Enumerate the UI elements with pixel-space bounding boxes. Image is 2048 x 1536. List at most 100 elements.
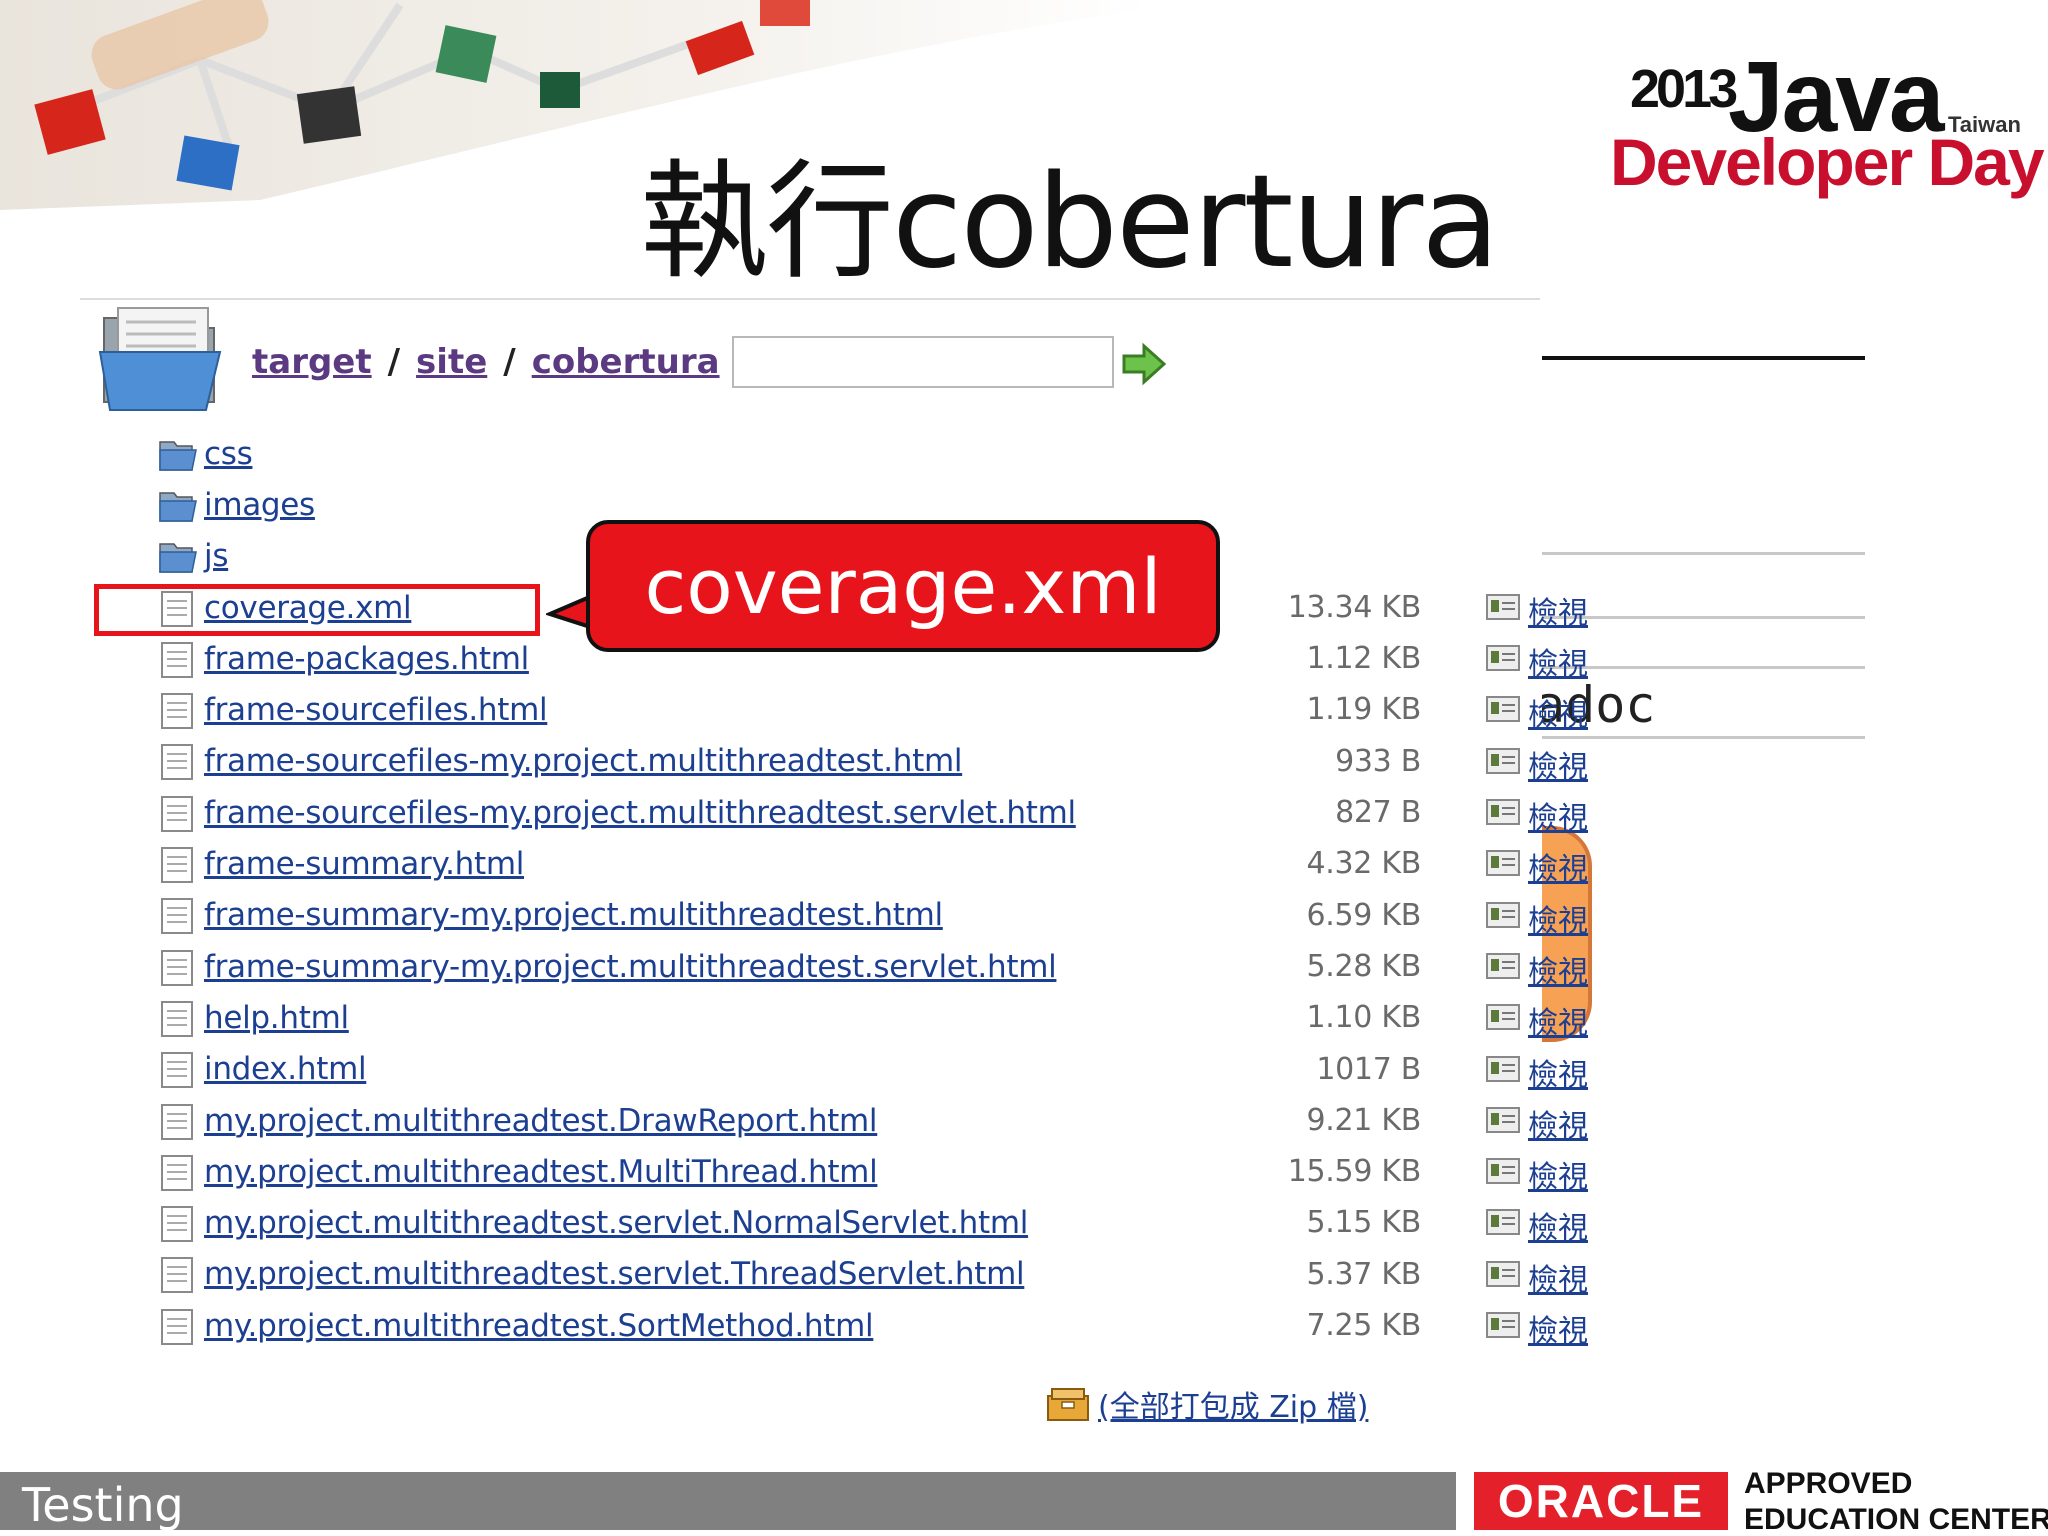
file-size: 9.21 KB (1306, 1102, 1422, 1138)
view-link[interactable]: 檢視 (1528, 896, 1588, 940)
view-link[interactable]: 檢視 (1528, 742, 1588, 786)
view-link[interactable]: 檢視 (1528, 1101, 1588, 1145)
view-link[interactable]: 檢視 (1528, 1152, 1588, 1196)
table-row: frame-sourcefiles-my.project.multithread… (158, 787, 1588, 838)
path-input[interactable] (732, 336, 1114, 388)
footer-bar (0, 1472, 1456, 1530)
file-link[interactable]: my.project.multithreadtest.servlet.Norma… (204, 1205, 1028, 1241)
oracle-logo: ORACLE (1474, 1472, 1728, 1530)
preview-icon[interactable] (1486, 799, 1520, 826)
file-link[interactable]: frame-sourcefiles-my.project.multithread… (204, 795, 1076, 831)
file-size: 5.37 KB (1306, 1256, 1422, 1292)
download-zip[interactable]: (全部打包成 Zip 檔) (1046, 1382, 1368, 1426)
preview-icon[interactable] (1486, 1004, 1520, 1031)
preview-icon[interactable] (1486, 952, 1520, 979)
file-link[interactable]: frame-summary-my.project.multithreadtest… (204, 897, 943, 933)
title-divider (80, 298, 1540, 300)
file-link[interactable]: my.project.multithreadtest.SortMethod.ht… (204, 1308, 874, 1344)
file-size: 933 B (1335, 743, 1421, 779)
preview-icon[interactable] (1486, 901, 1520, 928)
file-size: 1.10 KB (1306, 1000, 1422, 1036)
document-icon (161, 1257, 193, 1294)
breadcrumb-site[interactable]: site (416, 342, 487, 382)
logo-event: Developer Day (1610, 125, 2045, 199)
file-link[interactable]: help.html (204, 1000, 349, 1036)
green-arrow-icon[interactable] (1120, 342, 1168, 386)
table-row: frame-summary-my.project.multithreadtest… (158, 941, 1588, 992)
folder-icon (159, 440, 197, 471)
file-size: 5.28 KB (1306, 948, 1422, 984)
footer-label: Testing (22, 1478, 184, 1532)
file-link[interactable]: frame-summary.html (204, 846, 524, 882)
table-row: help.html 1.10 KB 檢視 (158, 992, 1588, 1043)
file-link[interactable]: my.project.multithreadtest.servlet.Threa… (204, 1256, 1025, 1292)
table-row: my.project.multithreadtest.SortMethod.ht… (158, 1300, 1588, 1351)
java-developer-day-logo: 2013 Java Taiwan Developer Day (1600, 41, 2045, 199)
table-row: frame-sourcefiles.html 1.19 KB 檢視 (158, 684, 1588, 735)
approved-education-center-label: APPROVED EDUCATION CENTER (1744, 1466, 2048, 1536)
document-icon (161, 641, 193, 678)
breadcrumb-target[interactable]: target (252, 342, 372, 382)
view-link[interactable]: 檢視 (1528, 1050, 1588, 1094)
view-link[interactable]: 檢視 (1528, 1203, 1588, 1247)
file-link[interactable]: my.project.multithreadtest.MultiThread.h… (204, 1154, 878, 1190)
file-size: 1.12 KB (1306, 641, 1422, 677)
file-size: 4.32 KB (1306, 846, 1422, 882)
folder-link[interactable]: images (204, 487, 315, 523)
document-icon (161, 898, 193, 935)
document-icon (161, 1103, 193, 1140)
preview-icon[interactable] (1486, 850, 1520, 877)
breadcrumb: target / site / cobertura / (252, 342, 764, 382)
highlight-box (94, 584, 540, 636)
background-rule (1540, 616, 1865, 619)
file-link[interactable]: my.project.multithreadtest.DrawReport.ht… (204, 1103, 878, 1139)
view-link[interactable]: 檢視 (1528, 1255, 1588, 1299)
background-rule (1540, 356, 1865, 360)
file-size: 1.19 KB (1306, 692, 1422, 728)
file-size: 7.25 KB (1306, 1308, 1422, 1344)
preview-icon[interactable] (1486, 1260, 1520, 1287)
file-link[interactable]: frame-packages.html (204, 641, 529, 677)
document-icon (161, 1052, 193, 1089)
preview-icon[interactable] (1486, 593, 1520, 620)
table-row: my.project.multithreadtest.servlet.Norma… (158, 1197, 1588, 1248)
file-link[interactable]: frame-sourcefiles.html (204, 692, 548, 728)
preview-icon[interactable] (1486, 645, 1520, 672)
view-link[interactable]: 檢視 (1528, 998, 1588, 1042)
callout-text: coverage.xml (644, 541, 1162, 631)
preview-icon[interactable] (1486, 696, 1520, 723)
download-zip-link[interactable]: (全部打包成 Zip 檔) (1098, 1382, 1368, 1426)
document-icon (161, 795, 193, 832)
background-rule (1540, 666, 1865, 669)
file-link[interactable]: frame-sourcefiles-my.project.multithread… (204, 743, 962, 779)
breadcrumb-cobertura[interactable]: cobertura (532, 342, 720, 382)
document-icon (161, 1154, 193, 1191)
background-rule (1540, 552, 1865, 555)
open-folder-icon (98, 307, 222, 411)
view-link[interactable]: 檢視 (1528, 793, 1588, 837)
list-item[interactable]: css (158, 428, 1558, 479)
view-link[interactable]: 檢視 (1528, 844, 1588, 888)
document-icon (161, 744, 193, 781)
view-link[interactable]: 檢視 (1528, 1306, 1588, 1350)
preview-icon[interactable] (1486, 1209, 1520, 1236)
table-row: frame-summary.html 4.32 KB 檢視 (158, 838, 1588, 889)
view-link[interactable]: 檢視 (1528, 639, 1588, 683)
file-size: 13.34 KB (1287, 589, 1422, 625)
view-link[interactable]: 檢視 (1528, 947, 1588, 991)
preview-icon[interactable] (1486, 1312, 1520, 1339)
preview-icon[interactable] (1486, 1158, 1520, 1185)
preview-icon[interactable] (1486, 747, 1520, 774)
folder-link[interactable]: js (204, 538, 228, 574)
preview-icon[interactable] (1486, 1106, 1520, 1133)
folder-link[interactable]: css (204, 436, 253, 472)
view-link[interactable]: 檢視 (1528, 588, 1588, 632)
folder-icon (159, 492, 197, 522)
document-icon (161, 847, 193, 884)
callout-bubble: coverage.xml (586, 520, 1220, 652)
file-link[interactable]: index.html (204, 1051, 367, 1087)
file-link[interactable]: frame-summary-my.project.multithreadtest… (204, 949, 1057, 985)
preview-icon[interactable] (1486, 1055, 1520, 1082)
view-link[interactable]: 檢視 (1528, 690, 1588, 734)
background-rule (1540, 736, 1865, 739)
